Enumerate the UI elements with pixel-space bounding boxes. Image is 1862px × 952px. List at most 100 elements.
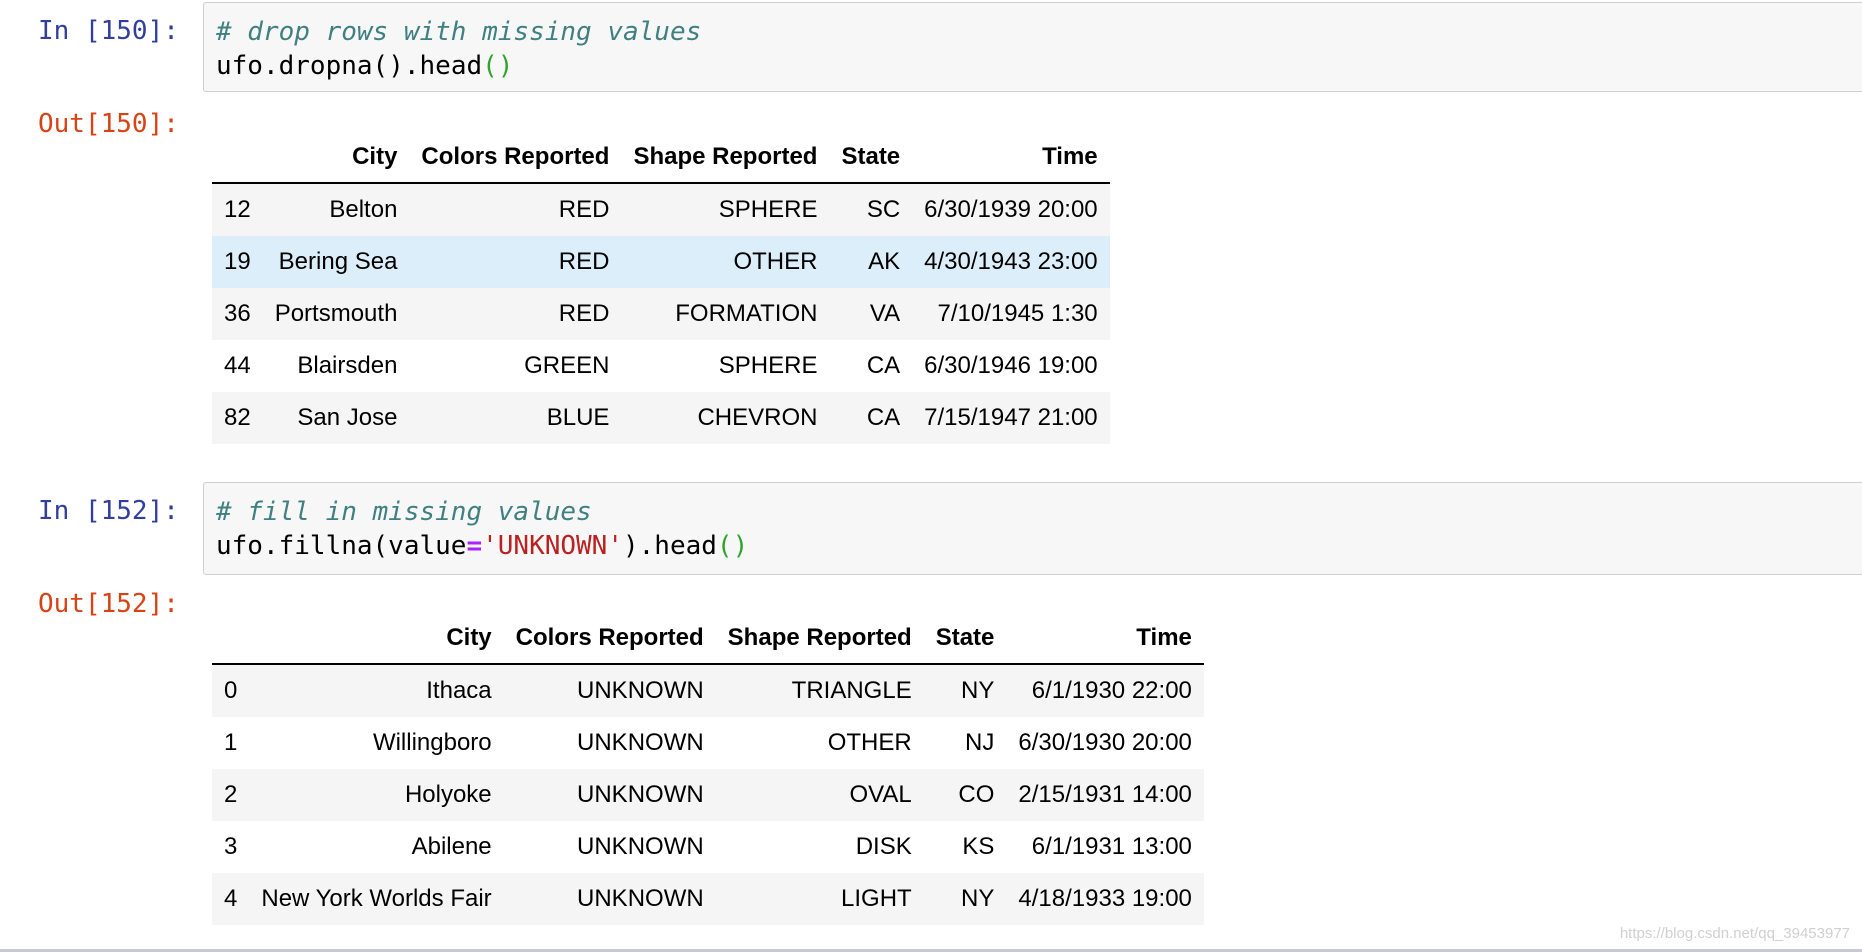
cell-city: San Jose [297,404,398,431]
output-prompt-150: Out[150]: [38,109,179,139]
cell-state: CA [866,352,901,379]
code-comment-line: # fill in missing values [216,495,1853,529]
cell-state: NY [961,677,995,704]
table-row: 12 Belton RED SPHERE SC 6/30/1939 20:00 [212,183,1110,236]
cell-time: 4/30/1943 23:00 [924,248,1098,275]
cell-colors-reported: GREEN [524,352,610,379]
cell-shape-reported: LIGHT [841,885,912,912]
code-comment: # drop rows with missing values [216,17,702,47]
cell-city: New York Worlds Fair [261,885,492,912]
cell-shape-reported: FORMATION [675,300,818,327]
table-row: 36 Portsmouth RED FORMATION VA 7/10/1945… [212,288,1110,340]
code-string: 'UNKNOWN' [482,531,623,561]
column-header-time: Time [912,132,1110,184]
cell-time: 6/30/1939 20:00 [924,196,1098,223]
code-comment-line: # drop rows with missing values [216,15,1853,49]
cell-colors-reported: RED [558,196,610,223]
table-row: 2 Holyoke UNKNOWN OVAL CO 2/15/1931 14:0… [212,769,1204,821]
cell-colors-reported: UNKNOWN [577,833,704,860]
cell-state: NY [961,885,995,912]
table-row: 0 Ithaca UNKNOWN TRIANGLE NY 6/1/1930 22… [212,664,1204,717]
table-row: 1 Willingboro UNKNOWN OTHER NJ 6/30/1930… [212,717,1204,769]
table-row: 19 Bering Sea RED OTHER AK 4/30/1943 23:… [212,236,1110,288]
code-call: ufo.dropna [216,51,373,81]
cell-city: Willingboro [372,729,492,756]
column-header-state: State [829,132,913,184]
output-prompt-152: Out[152]: [38,589,179,619]
cell-time: 4/18/1933 19:00 [1018,885,1192,912]
input-prompt-152: In [152]: [38,496,179,526]
table-header-row: City Colors Reported Shape Reported Stat… [212,132,1110,184]
cell-colors-reported: UNKNOWN [577,885,704,912]
cell-colors-reported: BLUE [546,404,610,431]
cell-shape-reported: OTHER [733,248,818,275]
cell-shape-reported: CHEVRON [697,404,818,431]
cell-city: Bering Sea [278,248,398,275]
input-prompt-150: In [150]: [38,16,179,46]
row-index: 0 [224,677,238,704]
cell-city: Holyoke [404,781,492,808]
column-header-time: Time [1006,613,1204,665]
dataframe-output-152: City Colors Reported Shape Reported Stat… [212,613,1204,925]
column-header-shape-reported: Shape Reported [621,132,830,184]
cell-shape-reported: DISK [855,833,912,860]
table-row: 4 New York Worlds Fair UNKNOWN LIGHT NY … [212,873,1204,925]
column-header-city: City [249,613,504,665]
column-header-colors-reported: Colors Reported [409,132,622,184]
row-index: 82 [224,404,251,431]
column-header-state: State [923,613,1007,665]
cell-state: AK [868,248,901,275]
column-header-city: City [262,132,410,184]
cell-time: 6/1/1931 13:00 [1031,833,1192,860]
code-paren: () [482,51,514,81]
cell-shape-reported: OVAL [849,781,912,808]
code-statement-line: ufo.fillna(value='UNKNOWN').head() [216,529,1853,563]
row-index: 1 [224,729,238,756]
cell-state: SC [866,196,901,223]
cell-shape-reported: OTHER [827,729,912,756]
cell-state: CA [866,404,901,431]
table-row: 44 Blairsden GREEN SPHERE CA 6/30/1946 1… [212,340,1110,392]
cell-colors-reported: UNKNOWN [577,677,704,704]
cell-shape-reported: TRIANGLE [791,677,912,704]
cell-time: 6/30/1946 19:00 [924,352,1098,379]
code-statement-line: ufo.dropna().head() [216,49,1853,83]
cell-colors-reported: RED [558,300,610,327]
code-input-cell-150[interactable]: # drop rows with missing values ufo.drop… [203,2,1862,92]
cell-time: 6/30/1930 20:00 [1018,729,1192,756]
code-call: ufo.fillna(value [216,531,467,561]
column-header-colors-reported: Colors Reported [503,613,716,665]
column-header-index [212,132,263,184]
watermark: https://blog.csdn.net/qq_39453977 [1619,925,1850,942]
cell-colors-reported: RED [558,248,610,275]
dataframe-output-150: City Colors Reported Shape Reported Stat… [212,132,1110,444]
cell-time: 7/10/1945 1:30 [937,300,1098,327]
code-operator: = [466,531,483,561]
cell-city: Ithaca [426,677,492,704]
cell-city: Abilene [411,833,492,860]
cell-state: KS [962,833,995,860]
code-comment: # fill in missing values [216,497,592,527]
cell-time: 6/1/1930 22:00 [1031,677,1192,704]
code-paren: () [372,51,404,81]
cell-shape-reported: SPHERE [718,352,818,379]
table-header-row: City Colors Reported Shape Reported Stat… [212,613,1204,665]
row-index: 12 [224,196,251,223]
cell-state: VA [869,300,901,327]
cell-city: Belton [329,196,398,223]
row-index: 3 [224,833,238,860]
row-index: 36 [224,300,251,327]
cell-shape-reported: SPHERE [718,196,818,223]
code-call: ).head [623,531,717,561]
row-index: 19 [224,248,251,275]
column-header-index [212,613,250,665]
code-input-cell-152[interactable]: # fill in missing values ufo.fillna(valu… [203,482,1862,575]
cell-time: 2/15/1931 14:00 [1018,781,1192,808]
row-index: 4 [224,885,238,912]
table-row: 3 Abilene UNKNOWN DISK KS 6/1/1931 13:00 [212,821,1204,873]
cell-time: 7/15/1947 21:00 [924,404,1098,431]
table-row: 82 San Jose BLUE CHEVRON CA 7/15/1947 21… [212,392,1110,444]
cell-city: Portsmouth [274,300,398,327]
cell-city: Blairsden [297,352,398,379]
row-index: 2 [224,781,238,808]
